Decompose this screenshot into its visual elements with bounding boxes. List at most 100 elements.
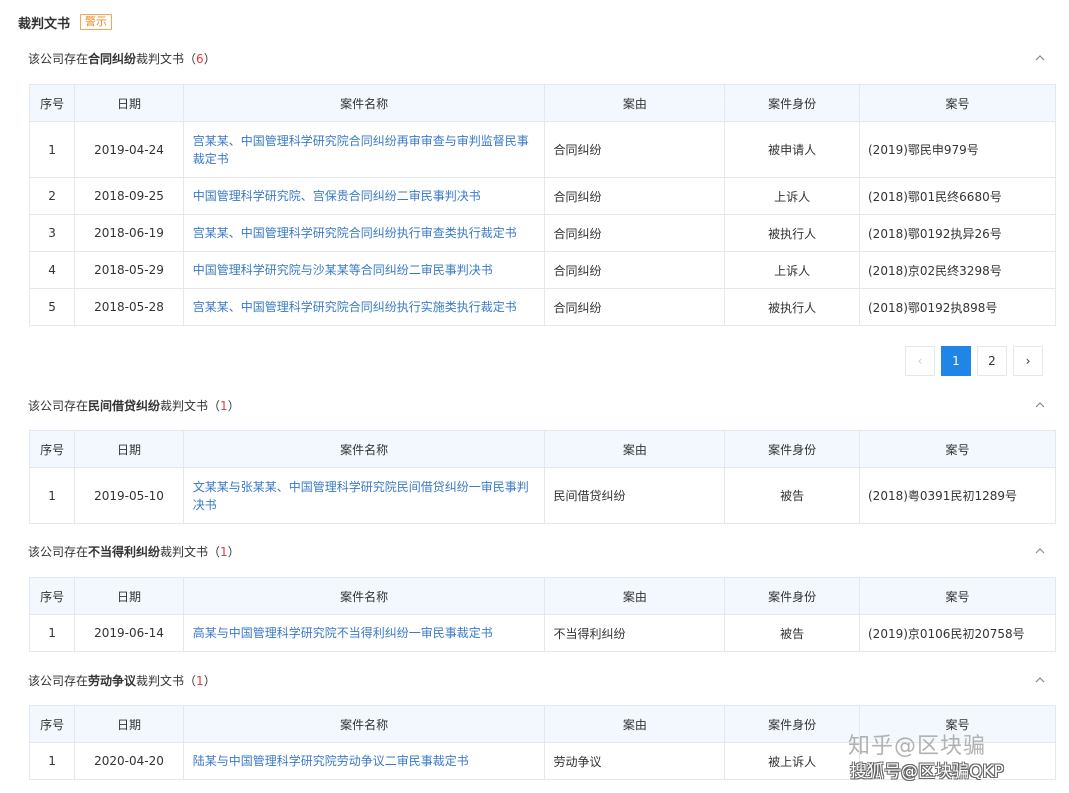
section-title: 该公司存在不当得利纠纷裁判文书（1） [28, 544, 240, 559]
cell-date: 2018-09-25 [74, 177, 184, 215]
case-name-link[interactable]: 陆某与中国管理科学研究院劳动争议二审民事裁定书 [182, 742, 546, 780]
case-name-link[interactable]: 宫某某、中国管理科学研究院合同纠纷执行审查类执行裁定书 [182, 214, 546, 252]
col-header-role: 案件身份 [724, 705, 860, 743]
cell-role: 被执行人 [724, 214, 860, 252]
cell-no: 4 [28, 251, 76, 289]
cell-date: 2018-06-19 [74, 214, 184, 252]
cell-role: 上诉人 [724, 251, 860, 289]
table-row: 1 2019-04-24 宫某某、中国管理科学研究院合同纠纷再审审查与审判监督民… [28, 121, 1056, 178]
section-title: 该公司存在合同纠纷裁判文书（6） [28, 51, 216, 66]
case-table-contract: 序号 日期 案件名称 案由 案件身份 案号 1 2019-04-24 宫某某、中… [28, 84, 1056, 326]
chevron-right-icon[interactable]: › [1013, 346, 1043, 376]
cell-case-number: (2018)鄂01民终6680号 [859, 177, 1056, 215]
table-row: 5 2018-05-28 宫某某、中国管理科学研究院合同纠纷执行实施类执行裁定书… [28, 288, 1056, 326]
case-table-unjust-enrichment: 序号 日期 案件名称 案由 案件身份 案号 1 2019-06-14 高某与中国… [28, 577, 1056, 652]
col-header-case-name: 案件名称 [182, 430, 546, 468]
table-header-row: 序号 日期 案件名称 案由 案件身份 案号 [28, 84, 1056, 122]
cell-case-number: (2019)鄂民申979号 [859, 121, 1056, 178]
cell-date: 2020-04-20 [74, 742, 184, 780]
table-row: 3 2018-06-19 宫某某、中国管理科学研究院合同纠纷执行审查类执行裁定书… [28, 214, 1056, 252]
cell-date: 2018-05-29 [74, 251, 184, 289]
case-name-link[interactable]: 文某某与张某某、中国管理科学研究院民间借贷纠纷一审民事判决书 [182, 467, 546, 524]
cell-reason: 民间借贷纠纷 [544, 467, 726, 524]
col-header-date: 日期 [74, 430, 184, 468]
col-header-no: 序号 [28, 577, 76, 615]
chevron-up-icon[interactable] [1033, 673, 1047, 687]
cell-no: 1 [28, 121, 76, 178]
section-header-labor: 该公司存在劳动争议裁判文书（1） [28, 670, 1047, 690]
cell-no: 1 [28, 742, 76, 780]
watermark-sohu: 搜狐号@区块骗QKP [850, 762, 1004, 782]
table-row: 1 2019-05-10 文某某与张某某、中国管理科学研究院民间借贷纠纷一审民事… [28, 467, 1056, 524]
case-name-link[interactable]: 高某与中国管理科学研究院不当得利纠纷一审民事裁定书 [182, 614, 546, 652]
cell-no: 1 [28, 467, 76, 524]
col-header-reason: 案由 [544, 430, 726, 468]
col-header-role: 案件身份 [724, 84, 860, 122]
cell-role: 被告 [724, 467, 860, 524]
case-name-link[interactable]: 宫某某、中国管理科学研究院合同纠纷再审审查与审判监督民事裁定书 [182, 121, 546, 178]
page-title: 裁判文书 [18, 16, 71, 32]
watermark-zhihu: 知乎@区块骗 [848, 734, 987, 759]
section-title: 该公司存在劳动争议裁判文书（1） [28, 673, 216, 688]
table-header-row: 序号 日期 案件名称 案由 案件身份 案号 [28, 577, 1056, 615]
table-row: 2 2018-09-25 中国管理科学研究院、宫保贵合同纠纷二审民事判决书 合同… [28, 177, 1056, 215]
cell-no: 5 [28, 288, 76, 326]
col-header-reason: 案由 [544, 705, 726, 743]
cell-no: 2 [28, 177, 76, 215]
table-row: 1 2019-06-14 高某与中国管理科学研究院不当得利纠纷一审民事裁定书 不… [28, 614, 1056, 652]
col-header-case-number: 案号 [859, 577, 1056, 615]
chevron-up-icon[interactable] [1033, 544, 1047, 558]
pagination: ‹ 1 2 › [905, 346, 1043, 376]
cell-date: 2018-05-28 [74, 288, 184, 326]
col-header-date: 日期 [74, 577, 184, 615]
table-header-row: 序号 日期 案件名称 案由 案件身份 案号 [28, 430, 1056, 468]
cell-case-number: (2018)京02民终3298号 [859, 251, 1056, 289]
cell-reason: 合同纠纷 [544, 177, 726, 215]
col-header-role: 案件身份 [724, 430, 860, 468]
cell-no: 1 [28, 614, 76, 652]
cell-date: 2019-04-24 [74, 121, 184, 178]
col-header-reason: 案由 [544, 84, 726, 122]
col-header-no: 序号 [28, 430, 76, 468]
col-header-date: 日期 [74, 84, 184, 122]
cell-role: 被申请人 [724, 121, 860, 178]
section-header-contract: 该公司存在合同纠纷裁判文书（6） [28, 48, 1047, 68]
cell-reason: 劳动争议 [544, 742, 726, 780]
case-name-link[interactable]: 中国管理科学研究院、宫保贵合同纠纷二审民事判决书 [182, 177, 546, 215]
section-header-unjust-enrichment: 该公司存在不当得利纠纷裁判文书（1） [28, 541, 1047, 561]
case-name-link[interactable]: 宫某某、中国管理科学研究院合同纠纷执行实施类执行裁定书 [182, 288, 546, 326]
col-header-case-name: 案件名称 [182, 84, 546, 122]
page-button-1[interactable]: 1 [941, 346, 971, 376]
cell-role: 上诉人 [724, 177, 860, 215]
cell-reason: 合同纠纷 [544, 121, 726, 178]
section-title: 该公司存在民间借贷纠纷裁判文书（1） [28, 398, 240, 413]
cell-reason: 合同纠纷 [544, 251, 726, 289]
col-header-role: 案件身份 [724, 577, 860, 615]
col-header-case-name: 案件名称 [182, 577, 546, 615]
cell-case-number: (2018)鄂0192执异26号 [859, 214, 1056, 252]
cell-role: 被上诉人 [724, 742, 860, 780]
cell-date: 2019-06-14 [74, 614, 184, 652]
cell-no: 3 [28, 214, 76, 252]
col-header-case-number: 案号 [859, 430, 1056, 468]
page-button-2[interactable]: 2 [977, 346, 1007, 376]
cell-role: 被告 [724, 614, 860, 652]
col-header-case-number: 案号 [859, 84, 1056, 122]
cell-reason: 合同纠纷 [544, 288, 726, 326]
chevron-left-icon[interactable]: ‹ [905, 346, 935, 376]
table-row: 4 2018-05-29 中国管理科学研究院与沙某某等合同纠纷二审民事判决书 合… [28, 251, 1056, 289]
col-header-reason: 案由 [544, 577, 726, 615]
cell-case-number: (2018)鄂0192执898号 [859, 288, 1056, 326]
chevron-up-icon[interactable] [1033, 398, 1047, 412]
section-header-lending: 该公司存在民间借贷纠纷裁判文书（1） [28, 395, 1047, 415]
cell-role: 被执行人 [724, 288, 860, 326]
case-name-link[interactable]: 中国管理科学研究院与沙某某等合同纠纷二审民事判决书 [182, 251, 546, 289]
cell-case-number: (2018)粤0391民初1289号 [859, 467, 1056, 524]
cell-case-number: (2019)京0106民初20758号 [859, 614, 1056, 652]
chevron-up-icon[interactable] [1033, 51, 1047, 65]
cell-reason: 合同纠纷 [544, 214, 726, 252]
col-header-no: 序号 [28, 705, 76, 743]
col-header-no: 序号 [28, 84, 76, 122]
col-header-case-name: 案件名称 [182, 705, 546, 743]
page-header: 裁判文书 警示 [18, 10, 113, 34]
